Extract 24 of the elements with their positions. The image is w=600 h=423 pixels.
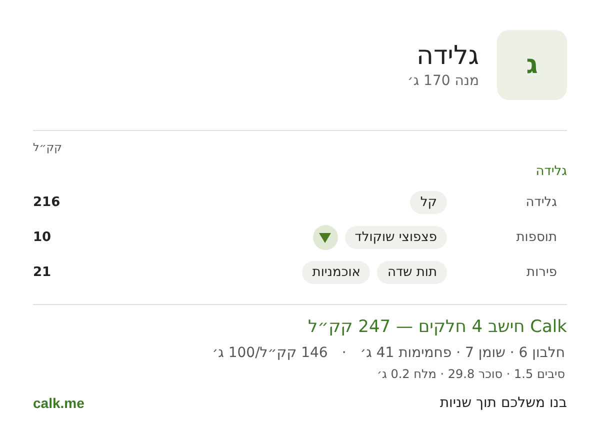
section-title: גלידה xyxy=(534,164,567,179)
ingredient-chip[interactable]: אוכמניות xyxy=(302,261,370,284)
row-label: גלידה xyxy=(524,195,558,210)
caret-icon xyxy=(319,232,332,242)
separator-dot: · xyxy=(342,345,346,361)
serving-size: מנה 170 ג׳ xyxy=(408,73,479,89)
summary-headline: Calk חישב 4 חלקים — 247 קק״ל xyxy=(306,317,567,337)
food-title: גלידה xyxy=(416,41,479,71)
row-label: תוספות xyxy=(515,230,558,245)
row-label: פירות xyxy=(526,265,558,280)
ingredient-chip[interactable]: קל xyxy=(410,191,447,214)
unit-label: קק״ל xyxy=(33,141,62,154)
calorie-value: 216 xyxy=(33,195,62,210)
calorie-value: 10 xyxy=(33,230,52,245)
nutrient-details: סיבים 1.5 · סוכר 29.8 · מלח 0.2 ג׳ xyxy=(376,367,566,381)
food-letter-badge: ג xyxy=(497,30,567,100)
macros-text: חלבון 6 · שומן 7 · פחמימות 41 ג׳ xyxy=(360,345,565,361)
tagline: בנו משלכם תוך שניות xyxy=(440,395,567,411)
ingredient-chip[interactable]: פצפוצי שוקולד xyxy=(344,226,447,249)
calorie-value: 21 xyxy=(33,265,52,280)
ingredient-chip[interactable]: תות שדה xyxy=(377,261,447,284)
site-link[interactable]: calk.me xyxy=(33,395,84,411)
dropdown-button[interactable] xyxy=(312,225,338,250)
calorie-density: 146 קק״ל/100 ג׳ xyxy=(212,345,328,361)
